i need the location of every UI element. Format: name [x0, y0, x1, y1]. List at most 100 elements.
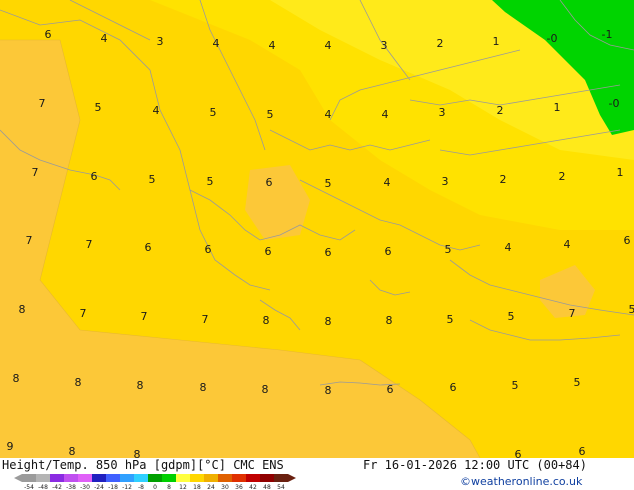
temperature-label: 4: [153, 104, 160, 117]
temperature-label: 7: [86, 238, 93, 251]
temperature-label: 4: [325, 108, 332, 121]
colorbar-swatch: [106, 474, 120, 482]
temperature-label: 2: [497, 104, 504, 117]
temperature-label: -1: [602, 28, 613, 41]
temperature-label: 5: [267, 108, 274, 121]
temperature-label: 8: [75, 376, 82, 389]
colorbar-swatch: [260, 474, 274, 482]
temperature-label: 4: [564, 238, 571, 251]
colorbar-swatch: [274, 474, 288, 482]
colorbar-tick: -38: [66, 484, 76, 490]
temperature-label: 7: [32, 166, 39, 179]
colorbar-swatch: [92, 474, 106, 482]
colorbar-swatch: [22, 474, 36, 482]
temperature-label: 6: [145, 241, 152, 254]
colorbar-tick: -18: [108, 484, 118, 490]
temperature-label: 8: [200, 381, 207, 394]
temperature-label: 7: [202, 313, 209, 326]
temperature-label: 7: [569, 307, 576, 320]
colorbar-swatch: [78, 474, 92, 482]
temperature-label: 8: [325, 384, 332, 397]
temperature-label: 6: [205, 243, 212, 256]
colorbar-tick: -42: [52, 484, 62, 490]
colorbar-swatch: [162, 474, 176, 482]
temperature-label: 8: [137, 379, 144, 392]
temperature-label: 7: [26, 234, 33, 247]
colorbar-swatch: [232, 474, 246, 482]
temperature-label: 4: [505, 241, 512, 254]
colorbar-swatch: [218, 474, 232, 482]
temperature-label: 5: [447, 313, 454, 326]
colorbar-tick: 30: [221, 484, 229, 490]
colorbar-tick: 36: [235, 484, 243, 490]
product-title: Height/Temp. 850 hPa [gdpm][°C] CMC ENS: [2, 458, 284, 472]
temperature-label: 7: [39, 97, 46, 110]
colorbar-swatch: [246, 474, 260, 482]
temperature-label: 8: [386, 314, 393, 327]
colorbar-swatch: [120, 474, 134, 482]
temperature-label: 5: [149, 173, 156, 186]
temperature-label: 1: [554, 101, 561, 114]
temperature-label: 6: [579, 445, 586, 458]
colorbar-tick: 0: [153, 484, 157, 490]
temperature-label: 8: [19, 303, 26, 316]
colorbar-tick: 54: [277, 484, 285, 490]
temperature-label: 4: [101, 32, 108, 45]
colorbar-tick: 8: [167, 484, 171, 490]
temperature-label: 4: [384, 176, 391, 189]
credit-link[interactable]: ©weatheronline.co.uk: [460, 475, 583, 488]
temperature-label: 7: [141, 310, 148, 323]
temperature-label: 5: [325, 177, 332, 190]
colorbar-swatch: [36, 474, 50, 482]
temperature-label: 7: [80, 307, 87, 320]
temperature-label: 5: [574, 376, 581, 389]
temperature-label: 2: [559, 170, 566, 183]
weather-map: 6 4 3 4 4 4 3 2 1 -0 -1 7 5 4 5 5 4 4 3 2 1 -0 7 6 5 5 6 5 4 3 2 2 1 7 7 6 6…: [0, 0, 634, 490]
temperature-label: 8: [262, 383, 269, 396]
colorbar-tick: -30: [80, 484, 90, 490]
temperature-label: 2: [437, 37, 444, 50]
temperature-label: 5: [207, 175, 214, 188]
colorbar-tick: -54: [24, 484, 34, 490]
temperature-label: 4: [269, 39, 276, 52]
colorbar-tick: 12: [179, 484, 187, 490]
colorbar-tick: 42: [249, 484, 257, 490]
temperature-label: 5: [512, 379, 519, 392]
temperature-label: 6: [91, 170, 98, 183]
temperature-label: 3: [439, 106, 446, 119]
colorbar-swatch: [64, 474, 78, 482]
temperature-label: 5: [445, 243, 452, 256]
temperature-label: 6: [45, 28, 52, 41]
temperature-label: 4: [213, 37, 220, 50]
temperature-label: 2: [500, 173, 507, 186]
temperature-label: 6: [266, 176, 273, 189]
colorbar-swatch: [148, 474, 162, 482]
colorbar-swatch: [204, 474, 218, 482]
temperature-label: 6: [450, 381, 457, 394]
temperature-label: 6: [385, 245, 392, 258]
temperature-label: 6: [325, 246, 332, 259]
temperature-label: 1: [493, 35, 500, 48]
temperature-label: 8: [263, 314, 270, 327]
temperature-label: -0: [609, 97, 620, 110]
temperature-label: 5: [210, 106, 217, 119]
temperature-label: 9: [7, 440, 14, 453]
temperature-label: 5: [629, 303, 634, 316]
valid-time: Fr 16-01-2026 12:00 UTC (00+84): [363, 458, 587, 472]
colorbar-tick: 24: [207, 484, 215, 490]
temperature-label: 8: [13, 372, 20, 385]
colorbar: -54 -48 -42 -38 -30 -24 -18 -12 -8 0 8 12 18 24 30 36 42…: [14, 474, 296, 490]
temperature-label: 6: [265, 245, 272, 258]
colorbar-tick: -12: [122, 484, 132, 490]
temperature-label: 5: [95, 101, 102, 114]
colorbar-tick: 18: [193, 484, 201, 490]
colorbar-tick: -8: [138, 484, 144, 490]
temperature-label: 4: [382, 108, 389, 121]
colorbar-tick: 48: [263, 484, 271, 490]
temperature-label: 6: [387, 383, 394, 396]
temperature-label: 3: [442, 175, 449, 188]
colorbar-swatch: [190, 474, 204, 482]
temperature-label: 8: [69, 445, 76, 458]
temperature-label: 1: [617, 166, 624, 179]
temperature-label: 8: [325, 315, 332, 328]
